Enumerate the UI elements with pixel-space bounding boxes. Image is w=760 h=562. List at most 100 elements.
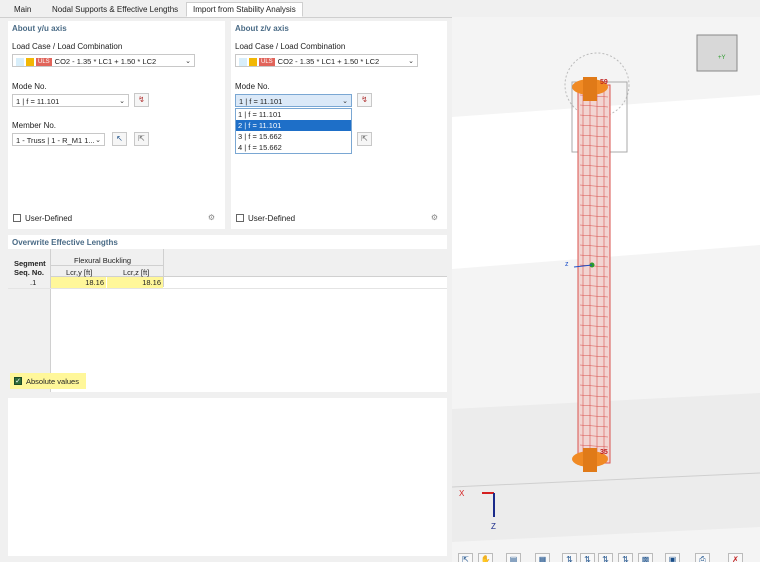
color-swatch-icon — [16, 58, 24, 66]
header-divider — [51, 265, 163, 266]
cube-face-label: +Y — [718, 55, 726, 61]
color-swatch-icon — [239, 58, 247, 66]
mode-shape-icon: ↯ — [361, 95, 368, 104]
uls-badge: ULS — [259, 57, 275, 66]
member-axis-label: z — [565, 261, 569, 268]
view-iso-button[interactable]: ⇅ — [618, 553, 633, 562]
mode-option[interactable]: 1 | f = 11.101 — [236, 109, 351, 120]
mode-label-z: Mode No. — [235, 82, 270, 91]
mode-value-y: 1 | f = 11.101 — [16, 97, 60, 106]
cell-lcrz[interactable]: 18.16 — [107, 277, 163, 288]
view-select-button[interactable]: ⇱ — [458, 553, 473, 562]
select-graphic-icon: ⇱ — [361, 134, 368, 143]
panel-z-axis: About z/v axis Load Case / Load Combinat… — [231, 21, 447, 229]
chevron-down-icon: ⌄ — [95, 137, 101, 144]
view-pan-button[interactable]: ✋ — [478, 553, 493, 562]
pick-member-button[interactable]: ↖ — [112, 132, 127, 146]
member-label: Member No. — [12, 121, 57, 130]
member-select[interactable]: 1 - Truss | 1 - R_M1 1... ⌄ — [12, 133, 105, 146]
user-defined-label-z: User-Defined — [248, 214, 296, 223]
view-x-button[interactable]: ⇅ — [562, 553, 577, 562]
mode-option-highlighted[interactable]: 2 | f = 11.101 — [236, 120, 351, 131]
mode-label-y: Mode No. — [12, 82, 47, 91]
color-swatch-icon — [249, 58, 257, 66]
absolute-values-label: Absolute values — [26, 377, 79, 386]
info-panel — [8, 398, 447, 556]
mode-option[interactable]: 4 | f = 15.662 — [236, 142, 351, 153]
navigation-cube — [696, 34, 738, 72]
view-render-button[interactable]: ▩ — [638, 553, 653, 562]
mode-option[interactable]: 3 | f = 15.662 — [236, 131, 351, 142]
panel-y-axis: About y/u axis Load Case / Load Combinat… — [8, 21, 225, 229]
view-z-button[interactable]: ⇅ — [598, 553, 613, 562]
mode-select-z[interactable]: 1 | f = 11.101 ⌄ — [235, 94, 352, 107]
edit-button-z[interactable]: ⚙ — [427, 211, 442, 225]
user-defined-checkbox-y[interactable] — [13, 214, 21, 222]
row-seq: .1 — [30, 278, 37, 287]
load-case-value-y: CO2 - 1.35 * LC1 + 1.50 * LC2 — [54, 57, 157, 66]
node-label-top: 59 — [600, 79, 608, 86]
node-label-bottom: 35 — [600, 449, 608, 456]
select-member-graphic-button[interactable]: ⇱ — [134, 132, 149, 146]
mode-shape-button-z[interactable]: ↯ — [357, 93, 372, 107]
edit-button-y[interactable]: ⚙ — [204, 211, 219, 225]
select-icon: ⇱ — [462, 555, 469, 562]
view-z-icon: ⇅ — [602, 555, 609, 562]
chevron-down-icon: ⌄ — [408, 58, 414, 65]
user-defined-checkbox-z[interactable] — [236, 214, 244, 222]
3d-viewport[interactable]: 59 35 z X Z +Y ⇱ ✋ ▤ ▦ ⇅ ⇅ ⇅ ⇅ ▩ ▣ ⎙ ✗ — [452, 17, 760, 562]
tab-main[interactable]: Main — [8, 3, 37, 16]
cursor-pick-icon: ↖ — [116, 134, 123, 143]
select-member-graphic-button-z[interactable]: ⇱ — [357, 132, 372, 146]
mode-select-y[interactable]: 1 | f = 11.101 ⌄ — [12, 94, 129, 107]
load-case-label-y: Load Case / Load Combination — [12, 42, 123, 51]
col-lcry: Lcr,y [ft] — [66, 268, 93, 277]
load-case-select-y[interactable]: ULS CO2 - 1.35 * LC1 + 1.50 * LC2 ⌄ — [12, 54, 195, 67]
axis-x-label: X — [459, 489, 465, 498]
view-x-icon: ⇅ — [566, 555, 573, 562]
uls-badge: ULS — [36, 57, 52, 66]
top-support-block — [583, 77, 597, 101]
render-icon: ▩ — [641, 555, 650, 562]
cell-lcry[interactable]: 18.16 — [51, 277, 106, 288]
color-swatch-icon — [26, 58, 34, 66]
view-iso-icon: ⇅ — [622, 555, 629, 562]
group-header-flexural: Flexural Buckling — [74, 256, 132, 265]
select-graphic-icon: ⇱ — [138, 134, 145, 143]
load-case-value-z: CO2 - 1.35 * LC1 + 1.50 * LC2 — [277, 57, 380, 66]
absolute-values-toggle[interactable]: ✓ Absolute values — [10, 373, 86, 389]
user-defined-label-y: User-Defined — [25, 214, 73, 223]
overwrite-panel: Overwrite Effective Lengths Segment Seq.… — [8, 235, 447, 392]
col-seq: Seq. No. — [14, 268, 45, 277]
view-y-icon: ⇅ — [584, 555, 591, 562]
mode-dropdown-list: 1 | f = 11.101 2 | f = 11.101 3 | f = 15… — [235, 108, 352, 154]
tab-bar: Main Nodal Supports & Effective Lengths … — [0, 0, 760, 18]
view-results-button[interactable]: ▦ — [535, 553, 550, 562]
tab-import-stability[interactable]: Import from Stability Analysis — [186, 2, 303, 17]
col-lcrz: Lcr,z [ft] — [123, 268, 150, 277]
cube-icon: ▣ — [668, 555, 677, 562]
mode-shape-button-y[interactable]: ↯ — [134, 93, 149, 107]
chevron-down-icon: ⌄ — [342, 98, 348, 105]
model-graphic — [452, 34, 760, 542]
display-icon: ▤ — [509, 555, 518, 562]
load-case-select-z[interactable]: ULS CO2 - 1.35 * LC1 + 1.50 * LC2 ⌄ — [235, 54, 418, 67]
mode-shape-icon: ↯ — [138, 95, 145, 104]
view-cube-button[interactable]: ▣ — [665, 553, 680, 562]
panel-y-title: About y/u axis — [12, 24, 67, 33]
pan-icon: ✋ — [480, 555, 491, 562]
view-y-button[interactable]: ⇅ — [580, 553, 595, 562]
close-view-button[interactable]: ✗ — [728, 553, 743, 562]
print-button[interactable]: ⎙ — [695, 553, 710, 562]
col-segment: Segment — [14, 259, 46, 268]
load-case-label-z: Load Case / Load Combination — [235, 42, 346, 51]
checkmark-icon: ✓ — [14, 377, 22, 385]
panel-z-title: About z/v axis — [235, 24, 289, 33]
edit-icon: ⚙ — [207, 213, 216, 222]
axis-z-label: Z — [491, 522, 496, 531]
view-display-button[interactable]: ▤ — [506, 553, 521, 562]
table-row: .1 18.16 18.16 — [8, 277, 447, 289]
tab-nodal-supports[interactable]: Nodal Supports & Effective Lengths — [46, 3, 184, 16]
chevron-down-icon: ⌄ — [185, 58, 191, 65]
close-icon: ✗ — [732, 555, 739, 562]
